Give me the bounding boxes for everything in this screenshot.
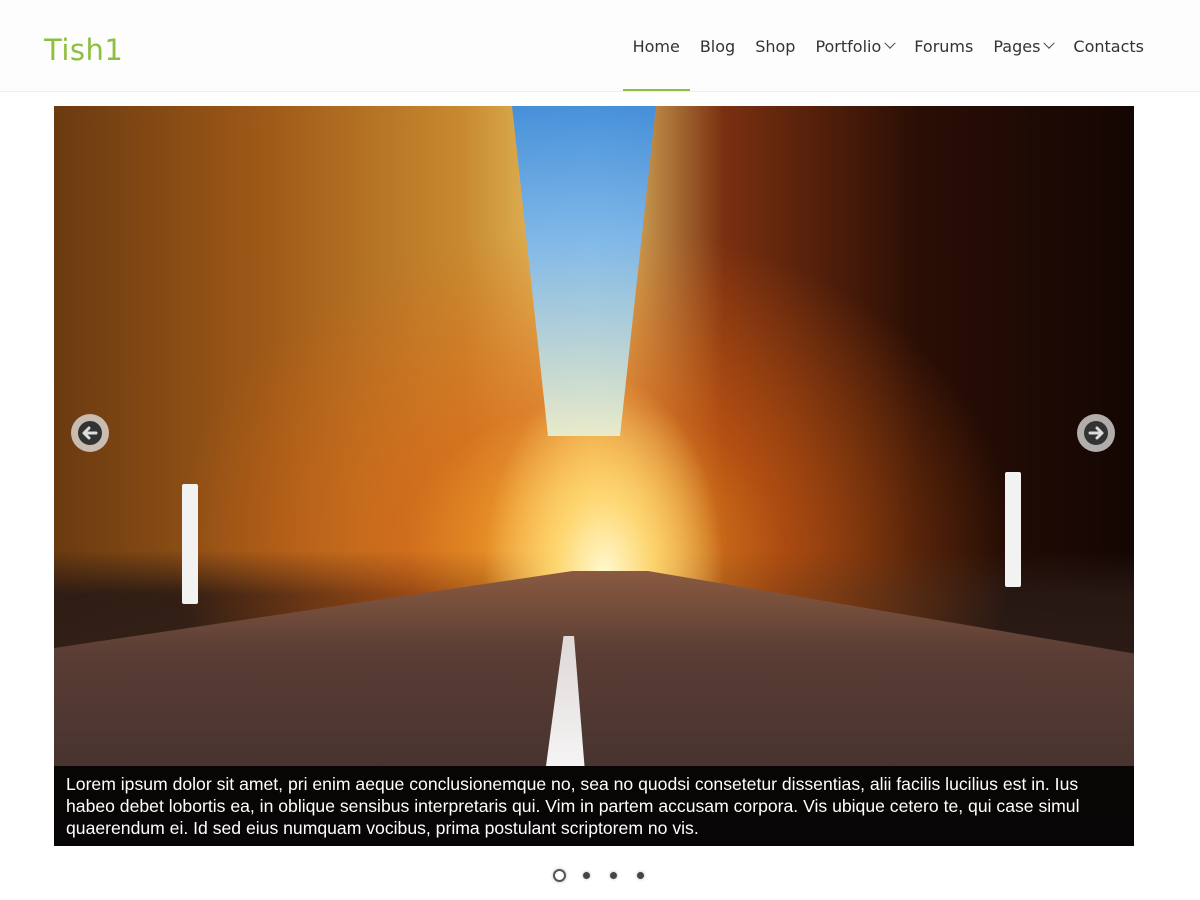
nav-item-label: Shop [755, 36, 796, 56]
nav-item-forums[interactable]: Forums [904, 0, 983, 91]
arrow-left-icon [78, 421, 102, 445]
nav-item-label: Forums [914, 36, 974, 56]
nav-item-pages[interactable]: Pages [983, 0, 1063, 91]
slide-caption: Lorem ipsum dolor sit amet, pri enim aeq… [54, 766, 1134, 846]
site-header: Tish1 Home Blog Shop Portfolio Forums Pa… [0, 0, 1200, 92]
slide-roadside-post [182, 484, 198, 604]
slider-next-button[interactable] [1077, 414, 1115, 452]
nav-item-label: Home [632, 36, 680, 56]
chevron-down-icon [1043, 37, 1056, 49]
main-nav: Home Blog Shop Portfolio Forums Pages Co… [622, 0, 1154, 91]
nav-item-blog[interactable]: Blog [690, 0, 745, 91]
slider-prev-button[interactable] [71, 414, 109, 452]
nav-item-label: Pages [993, 36, 1041, 56]
nav-item-home[interactable]: Home [622, 0, 691, 91]
slider-dot-4[interactable] [634, 868, 648, 882]
nav-item-contacts[interactable]: Contacts [1063, 0, 1154, 91]
nav-item-shop[interactable]: Shop [745, 0, 805, 91]
nav-item-label: Portfolio [815, 36, 882, 56]
slider-dot-3[interactable] [607, 868, 621, 882]
slide-roadside-post [1005, 472, 1021, 587]
nav-item-label: Blog [699, 36, 736, 56]
arrow-right-icon [1084, 421, 1108, 445]
image-slider: Lorem ipsum dolor sit amet, pri enim aeq… [54, 106, 1134, 846]
chevron-down-icon [884, 37, 896, 49]
slider-dot-1[interactable] [553, 868, 567, 882]
slider-dot-2[interactable] [580, 868, 594, 882]
nav-item-label: Contacts [1073, 36, 1144, 56]
slider-pagination [0, 868, 1200, 882]
site-logo[interactable]: Tish1 [44, 33, 123, 67]
nav-item-portfolio[interactable]: Portfolio [805, 0, 904, 91]
